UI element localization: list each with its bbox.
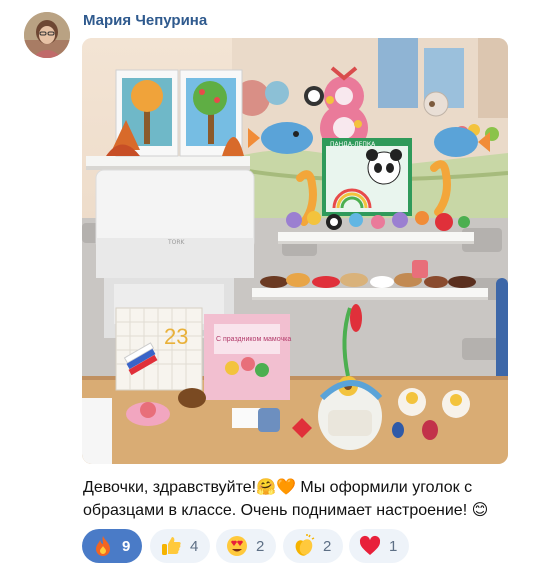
fire-icon bbox=[96, 536, 110, 556]
reaction-count: 4 bbox=[190, 537, 199, 555]
mothers-day-card: С праздником мамочка bbox=[204, 314, 291, 400]
avatar[interactable] bbox=[24, 12, 70, 58]
panda-sign-text: ПАНДА-ЛЕПКА bbox=[330, 141, 376, 148]
reaction-clapping[interactable]: 2 bbox=[283, 529, 343, 563]
reaction-count: 2 bbox=[323, 537, 332, 555]
reaction-heart[interactable]: 1 bbox=[349, 529, 409, 563]
avatar-photo bbox=[24, 12, 70, 58]
svg-text:TORK: TORK bbox=[167, 239, 186, 246]
classroom-corner-photo: TORK ПАНДА-ЛЕПКА 23 С праздником мамочка bbox=[82, 38, 508, 464]
reaction-heart-eyes[interactable]: 2 bbox=[216, 529, 276, 563]
reaction-fire[interactable]: 9 bbox=[82, 529, 142, 563]
reaction-thumbs-up[interactable]: 4 bbox=[150, 529, 210, 563]
author-name[interactable]: Мария Чепурина bbox=[83, 12, 207, 29]
post-text-line2: образцами в классе. Очень поднимает наст… bbox=[83, 502, 489, 519]
thumbs-up-icon bbox=[162, 537, 181, 555]
fox-picture-right bbox=[179, 69, 244, 157]
reaction-count: 1 bbox=[389, 537, 398, 555]
fox-picture-left bbox=[106, 69, 179, 157]
heart-icon bbox=[359, 535, 381, 555]
reaction-count: 9 bbox=[122, 537, 131, 555]
clapping-icon bbox=[295, 534, 315, 556]
reaction-count: 2 bbox=[256, 537, 265, 555]
post-text: Девочки, здравствуйте!🤗🧡 Мы оформили уго… bbox=[83, 476, 523, 522]
panda-sign: ПАНДА-ЛЕПКА bbox=[322, 138, 412, 216]
board-number: 23 bbox=[164, 324, 188, 349]
heart-eyes-icon bbox=[227, 536, 247, 556]
defender-day-card: 23 bbox=[115, 307, 203, 391]
post-photo[interactable]: TORK ПАНДА-ЛЕПКА 23 С праздником мамочка bbox=[82, 38, 508, 464]
card-text: С праздником мамочка bbox=[216, 336, 291, 343]
post-text-line1: Девочки, здравствуйте!🤗🧡 Мы оформили уго… bbox=[83, 479, 473, 496]
